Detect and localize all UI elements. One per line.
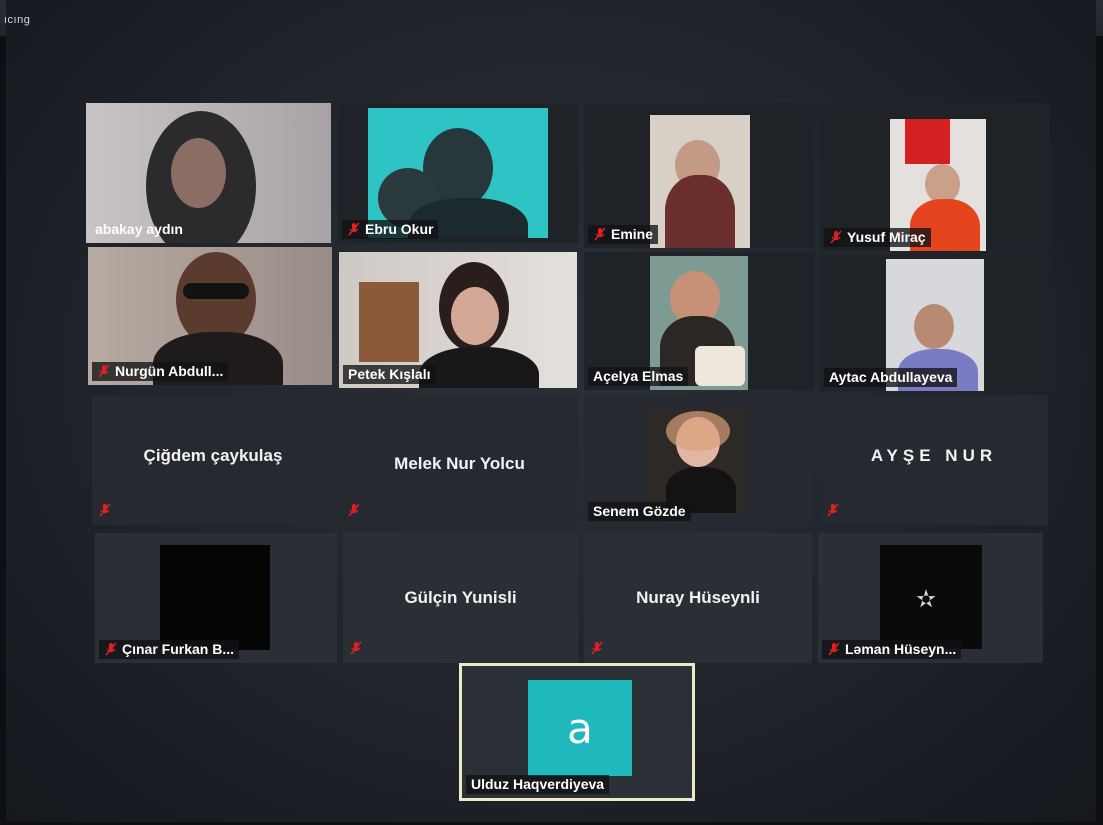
microphone-muted-icon: [104, 642, 118, 656]
participant-name: Ulduz Haqverdiyeva: [466, 775, 610, 794]
microphone-muted-icon: [826, 503, 840, 517]
participant-name: Çınar Furkan B...: [99, 640, 240, 659]
window-title-fragment: ıcıng: [4, 14, 31, 26]
participant-name: abakay aydın: [90, 220, 188, 239]
microphone-muted-icon: [347, 503, 361, 517]
participant-name-text: Petek Kışlalı: [348, 366, 431, 382]
participant-tile[interactable]: Petek Kışlalı: [339, 252, 577, 388]
sunglasses-shape: [183, 283, 249, 299]
participant-tile[interactable]: Emine: [584, 103, 814, 248]
participant-name: AYŞE NUR: [870, 446, 998, 465]
participant-tile[interactable]: abakay aydın: [86, 103, 331, 243]
participant-tile[interactable]: AYŞE NUR: [820, 395, 1048, 525]
participant-name-text: abakay aydın: [95, 221, 183, 237]
participant-name-text: Senem Gözde: [593, 503, 686, 519]
participant-name-text: Ebru Okur: [365, 221, 434, 237]
participant-tile[interactable]: Senem Gözde: [584, 395, 814, 525]
avatar-initial: a: [567, 703, 593, 753]
sparkle-icon: ✫: [916, 586, 937, 613]
microphone-muted-icon: [593, 227, 607, 241]
participant-name: Melek Nur Yolcu: [394, 454, 525, 473]
participant-name: Nurgün Abdull...: [92, 362, 229, 381]
microphone-muted-icon: [590, 641, 604, 655]
participant-tile[interactable]: Çınar Furkan B...: [95, 533, 337, 663]
participant-tile[interactable]: Nuray Hüseynli: [584, 533, 812, 663]
participant-name-text: Nurgün Abdull...: [115, 363, 224, 379]
participant-name-text: Ləman Hüseyn...: [845, 641, 957, 657]
participant-name: Emine: [588, 225, 659, 244]
participant-name: Nuray Hüseynli: [636, 588, 760, 607]
participant-name-text: Yusuf Miraç: [847, 229, 926, 245]
participant-name: Açelya Elmas: [588, 367, 689, 386]
self-view-tile[interactable]: a Ulduz Haqverdiyeva: [459, 663, 695, 801]
participant-video: [368, 108, 548, 238]
participant-name-text: Emine: [611, 226, 654, 242]
microphone-muted-icon: [98, 503, 112, 517]
microphone-muted-icon: [349, 641, 363, 655]
participant-tile[interactable]: Yusuf Miraç: [820, 103, 1050, 251]
participant-tile[interactable]: Nurgün Abdull...: [88, 247, 332, 385]
participant-name: Senem Gözde: [588, 502, 691, 521]
microphone-muted-icon: [829, 230, 843, 244]
participant-tile[interactable]: Melek Nur Yolcu: [341, 395, 578, 525]
microphone-muted-icon: [347, 222, 361, 236]
avatar: a: [528, 680, 632, 776]
participant-name: Petek Kışlalı: [343, 365, 436, 384]
participant-tile[interactable]: Ebru Okur: [338, 103, 578, 243]
participant-name-text: Açelya Elmas: [593, 368, 684, 384]
participant-tile[interactable]: Aytac Abdullayeva: [820, 255, 1050, 391]
microphone-muted-icon: [827, 642, 841, 656]
participant-name-text: Ulduz Haqverdiyeva: [471, 776, 605, 792]
participant-video: [160, 545, 270, 650]
participant-name: Çiğdem çaykulaş: [143, 446, 283, 465]
participant-name: Aytac Abdullayeva: [824, 368, 958, 387]
flag-shape: [905, 119, 950, 164]
participant-name-text: Çınar Furkan B...: [122, 641, 235, 657]
participant-name: Ebru Okur: [342, 220, 439, 239]
participant-tile[interactable]: ✫ Ləman Hüseyn...: [818, 533, 1043, 663]
door-shape: [359, 282, 419, 362]
participant-tile[interactable]: Gülçin Yunisli: [343, 533, 578, 663]
participant-name: Ləman Hüseyn...: [822, 640, 962, 659]
participant-tile[interactable]: Açelya Elmas: [584, 252, 814, 390]
participant-video: ✫: [880, 545, 982, 649]
microphone-muted-icon: [97, 364, 111, 378]
cake-shape: [695, 346, 745, 386]
participant-name-text: Aytac Abdullayeva: [829, 369, 953, 385]
participant-video: [648, 409, 748, 513]
participant-name: Yusuf Miraç: [824, 228, 931, 247]
participant-name: Gülçin Yunisli: [404, 588, 517, 607]
participant-video: [650, 115, 750, 248]
participant-tile[interactable]: Çiğdem çaykulaş: [92, 395, 334, 525]
